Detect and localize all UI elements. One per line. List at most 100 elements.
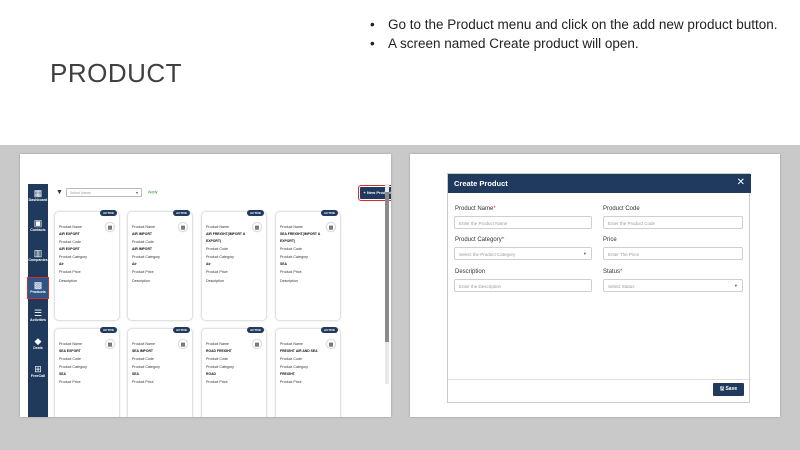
sidebar-item-freecall[interactable]: ⊞ FreeCall <box>28 364 48 379</box>
chevron-down-icon: ▾ <box>135 190 138 195</box>
scrollbar[interactable] <box>385 184 389 384</box>
sidebar-item-companies[interactable]: ▥ Companies <box>28 248 48 263</box>
status-badge: ACTIVE <box>246 210 264 216</box>
sidebar-item-deals[interactable]: ◆ Deals <box>28 336 48 351</box>
field-value: SEA <box>59 372 66 376</box>
field-label: Product Category <box>132 365 160 369</box>
field-value: ROAD <box>206 372 216 376</box>
status-badge: ACTIVE <box>172 327 190 333</box>
field-value: AIR EXPORT <box>59 232 80 236</box>
create-product-screenshot: Create Product ✕ Product Name* Enter the… <box>410 154 780 417</box>
field-label: Product Category <box>59 365 87 369</box>
product-card[interactable]: ACTIVE ▩ Product Name ROAD FREIGHT Produ… <box>201 327 267 417</box>
field-value: SEA EXPORT <box>59 349 81 353</box>
field-label: Description <box>132 279 150 283</box>
product-card[interactable]: ACTIVE ▩ Product Name FREIGHT AIR AND SE… <box>275 327 341 417</box>
price-input[interactable]: Enter The Price <box>603 247 743 260</box>
modal-title: Create Product <box>454 179 508 188</box>
field-label: Product Code <box>59 357 81 361</box>
product-code-label: Product Code <box>603 206 640 212</box>
sidebar-item-dashboard[interactable]: ▦ Dashboard <box>28 188 48 203</box>
price-label: Price <box>603 237 617 243</box>
instruction-list: Go to the Product menu and click on the … <box>366 16 786 54</box>
field-label: Product Category <box>132 255 160 259</box>
create-product-modal: Create Product ✕ Product Name* Enter the… <box>447 173 751 403</box>
modal-footer-divider <box>448 379 751 380</box>
box-icon: ▩ <box>105 339 115 349</box>
select-placeholder: Select Status <box>608 284 635 289</box>
field-label: Description <box>280 279 298 283</box>
field-value: FREIGHT AIR AND SEA <box>280 349 318 353</box>
instruction-item: Go to the Product menu and click on the … <box>366 16 786 33</box>
sidebar-item-label: Products <box>30 290 46 294</box>
status-label: Status* <box>603 269 623 275</box>
field-label: Product Category <box>206 365 234 369</box>
field-label: Description <box>59 279 77 283</box>
field-label: Product Price <box>206 270 228 274</box>
sidebar-item-label: Deals <box>33 346 43 350</box>
instruction-item: A screen named Create product will open. <box>366 35 786 52</box>
slide: PRODUCT Go to the Product menu and click… <box>0 0 800 450</box>
filter-icon[interactable]: ▼ <box>56 189 63 196</box>
chevron-down-icon: ▾ <box>734 283 737 288</box>
field-label: Product Price <box>59 380 81 384</box>
sidebar-item-contacts[interactable]: ▣ Contacts <box>28 218 48 233</box>
field-value: AIR IMPORT <box>132 232 152 236</box>
field-label: Product Name <box>132 342 155 346</box>
field-label: Product Code <box>206 357 228 361</box>
list-icon: ☰ <box>33 308 43 318</box>
status-badge: ACTIVE <box>320 327 338 333</box>
field-value: FREIGHT <box>280 372 295 376</box>
save-button[interactable]: 🖫 Save <box>713 383 744 396</box>
product-card[interactable]: ACTIVE ▩ Product Name SEA IMPORT Product… <box>127 327 193 417</box>
box-icon: ▩ <box>105 222 115 232</box>
field-label: Product Price <box>132 380 154 384</box>
sidebar-item-label: Activities <box>30 318 46 322</box>
field-label: Product Category <box>280 255 308 259</box>
field-label: Product Code <box>280 247 302 251</box>
product-card[interactable]: ACTIVE ▩ Product Name AIR EXPORT Product… <box>54 210 120 321</box>
sidebar-item-label: Companies <box>28 258 48 262</box>
name-select[interactable]: Select Name ▾ <box>66 188 142 197</box>
sidebar-item-label: FreeCall <box>30 374 46 378</box>
slide-title: PRODUCT <box>50 58 183 88</box>
close-icon[interactable]: ✕ <box>737 177 745 189</box>
product-list-screenshot: ▦ Dashboard ▣ Contacts ▥ Companies ▩ Pro… <box>20 154 391 417</box>
sidebar-item-label: Contacts <box>30 228 46 232</box>
field-value: Air <box>132 262 137 266</box>
product-card[interactable]: ACTIVE ▩ Product Name SEA FREIGHT(IMPORT… <box>275 210 341 321</box>
status-select[interactable]: Select Status ▾ <box>603 279 743 292</box>
scrollbar-thumb[interactable] <box>385 192 389 342</box>
field-value: EXPORT) <box>206 239 222 243</box>
field-label: Product Code <box>132 357 154 361</box>
sidebar-item-activities[interactable]: ☰ Activities <box>28 308 48 323</box>
box-icon: ▩ <box>178 222 188 232</box>
status-badge: ACTIVE <box>99 327 117 333</box>
product-name-input[interactable]: Enter the Product Name <box>454 216 592 229</box>
field-label: Product Price <box>280 380 302 384</box>
field-label: Product Name <box>206 342 229 346</box>
product-card[interactable]: ACTIVE ▩ Product Name AIR FREIGHT(IMPORT… <box>201 210 267 321</box>
sidebar-item-products[interactable]: ▩ Products <box>27 277 49 299</box>
grid-icon: ▦ <box>33 188 43 198</box>
box-icon: ▩ <box>252 339 262 349</box>
product-card[interactable]: ACTIVE ▩ Product Name SEA EXPORT Product… <box>54 327 120 417</box>
field-label: Product Name <box>280 225 303 229</box>
field-label: Product Code <box>59 240 81 244</box>
field-label: Product Code <box>280 357 302 361</box>
field-value: Air <box>206 262 211 266</box>
product-card[interactable]: ACTIVE ▩ Product Name AIR IMPORT Product… <box>127 210 193 321</box>
apply-button[interactable]: Apply <box>148 190 158 194</box>
product-category-select[interactable]: Select the Product Category ▾ <box>454 247 592 260</box>
product-code-input[interactable]: Enter the Product Code <box>603 216 743 229</box>
box-icon: ▩ <box>33 280 43 290</box>
sidebar-item-label: Dashboard <box>28 198 48 202</box>
field-value: SEA IMPORT <box>132 349 153 353</box>
filter-bar: ▼ Select Name ▾ Apply + New Product ▾ <box>52 185 391 201</box>
field-label: Product Category <box>59 255 87 259</box>
field-label: Product Code <box>132 240 154 244</box>
box-icon: ▩ <box>326 339 336 349</box>
box-icon: ▩ <box>252 222 262 232</box>
contact-icon: ▣ <box>33 218 43 228</box>
description-input[interactable]: Enter the Description <box>454 279 592 292</box>
